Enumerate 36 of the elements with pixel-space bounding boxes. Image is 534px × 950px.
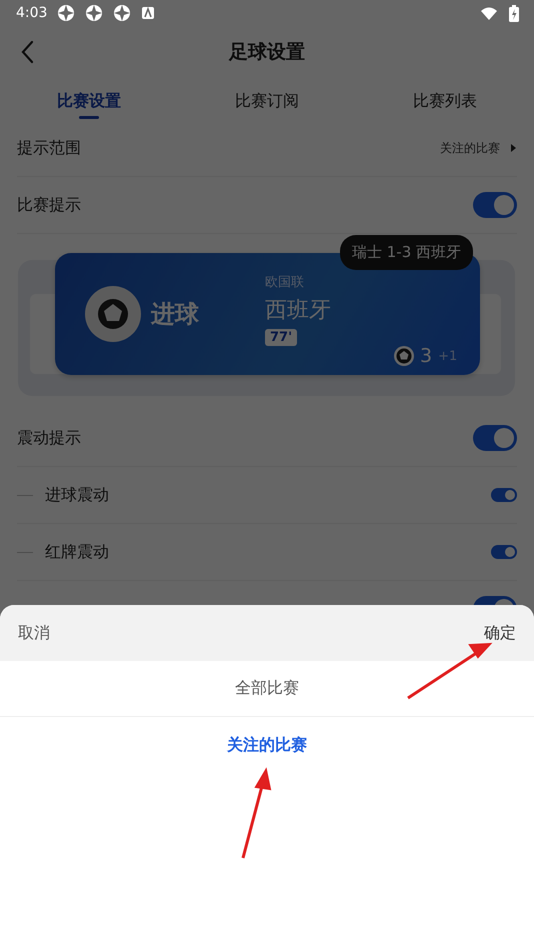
match-minute: 77' bbox=[265, 329, 298, 346]
status-time: 4:03 bbox=[16, 5, 48, 21]
setting-label: 红牌震动 bbox=[45, 542, 109, 562]
league-name: 欧国联 bbox=[265, 274, 304, 291]
app-notification-icon bbox=[57, 4, 76, 22]
app-notification-icon bbox=[113, 4, 132, 22]
keyboard-icon bbox=[141, 6, 156, 20]
setting-label: 进球震动 bbox=[45, 484, 109, 506]
goal-count: 3 bbox=[420, 345, 432, 367]
caret-icon[interactable] bbox=[510, 143, 517, 153]
setting-label: 比赛提示 bbox=[17, 194, 81, 216]
confirm-button[interactable]: 确定 bbox=[484, 618, 516, 648]
extra-count: +1 bbox=[438, 348, 458, 364]
team-name: 西班牙 bbox=[265, 297, 331, 325]
toggle-switch[interactable] bbox=[491, 545, 517, 559]
battery-icon bbox=[508, 4, 520, 22]
option-item[interactable]: 关注的比赛 bbox=[0, 717, 534, 773]
setting-value[interactable]: 关注的比赛 bbox=[440, 140, 500, 156]
page-title: 足球设置 bbox=[229, 40, 305, 65]
cancel-button[interactable]: 取消 bbox=[18, 618, 50, 648]
tab[interactable]: 比赛订阅 bbox=[178, 78, 356, 120]
app-notification-icon bbox=[85, 4, 104, 22]
toggle-switch[interactable] bbox=[473, 192, 517, 218]
toggle-switch[interactable] bbox=[473, 425, 517, 451]
option-item[interactable]: 全部比赛 bbox=[0, 661, 534, 717]
tab[interactable]: 比赛列表 bbox=[356, 78, 534, 120]
score-toast: 瑞士 1-3 西班牙 bbox=[340, 235, 474, 270]
toggle-switch[interactable] bbox=[491, 488, 517, 502]
setting-label: 提示范围 bbox=[17, 138, 81, 158]
event-label: 进球 bbox=[151, 299, 199, 330]
back-icon[interactable] bbox=[20, 40, 36, 64]
wifi-icon bbox=[480, 6, 498, 20]
football-icon bbox=[85, 286, 141, 342]
tab[interactable]: 比赛设置 bbox=[0, 78, 178, 120]
setting-label: 震动提示 bbox=[17, 428, 81, 448]
football-icon bbox=[394, 346, 414, 366]
